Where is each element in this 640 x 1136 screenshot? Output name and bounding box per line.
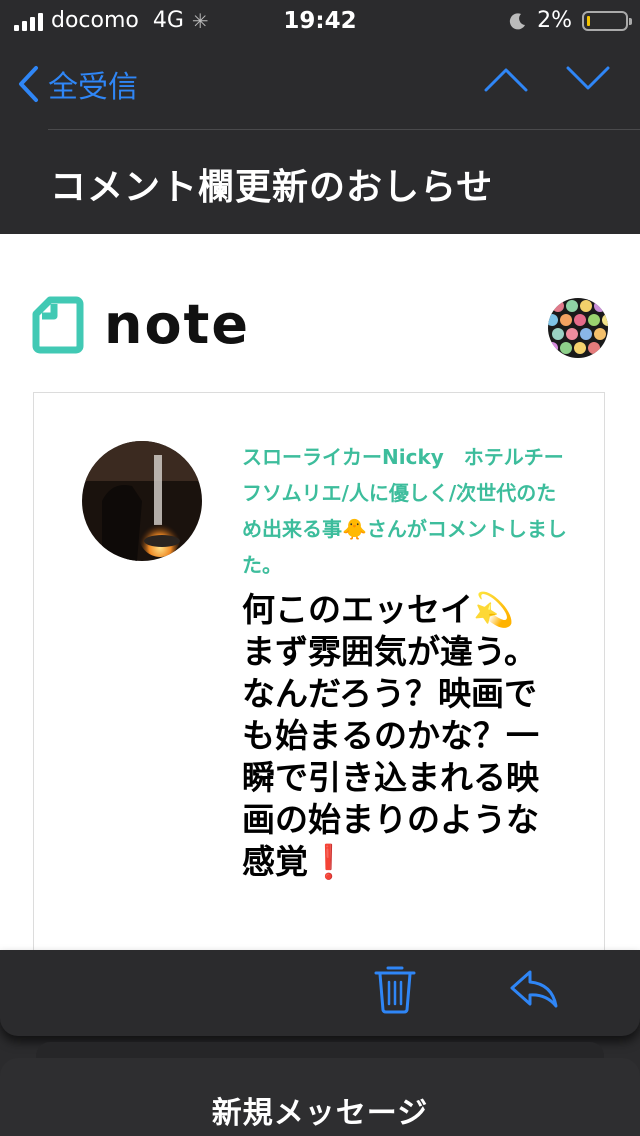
- compose-sheet[interactable]: 新規メッセージ: [0, 1058, 640, 1136]
- note-logo-icon: [32, 296, 84, 354]
- comment-notice: スローライカーNicky ホテルチーフソムリエ/人に優しく/次世代のため出来る事…: [242, 445, 567, 577]
- mail-screen: docomo 4G ✳ 19:42 2% 全受信 コメント欄更新のおしらせ no…: [0, 0, 640, 1136]
- battery-icon: [582, 10, 632, 31]
- subject-header: コメント欄更新のおしらせ: [0, 130, 640, 234]
- status-right: 2%: [509, 8, 632, 33]
- chevron-up-icon[interactable]: [484, 64, 528, 94]
- email-body: note スローライカーNicky ホテルチーフソムリエ/人に優しく/次世代のた…: [0, 234, 640, 950]
- battery-percent: 2%: [537, 8, 572, 33]
- note-logo[interactable]: note: [32, 296, 250, 354]
- comment-text: 何このエッセイ💫まず雰囲気が違う。なんだろう？映画でも始まるのかな？一瞬で引き込…: [242, 590, 539, 881]
- chevron-left-icon: [19, 66, 38, 102]
- note-brand-text: note: [104, 293, 250, 356]
- reply-icon[interactable]: [508, 968, 560, 1010]
- trash-icon[interactable]: [372, 962, 418, 1016]
- back-label: 全受信: [48, 70, 138, 105]
- status-bar: docomo 4G ✳ 19:42 2%: [0, 0, 640, 42]
- compose-title: 新規メッセージ: [211, 1096, 429, 1131]
- email-subject: コメント欄更新のおしらせ: [50, 167, 494, 208]
- chevron-down-icon[interactable]: [566, 64, 610, 94]
- user-avatar[interactable]: [548, 298, 608, 358]
- comment-card[interactable]: スローライカーNicky ホテルチーフソムリエ/人に優しく/次世代のため出来る事…: [33, 392, 605, 950]
- back-button[interactable]: 全受信: [16, 62, 138, 106]
- commenter-avatar[interactable]: [82, 441, 202, 561]
- nav-bar: 全受信: [0, 42, 640, 128]
- moon-icon: [509, 12, 526, 29]
- bottom-toolbar: [0, 950, 640, 1036]
